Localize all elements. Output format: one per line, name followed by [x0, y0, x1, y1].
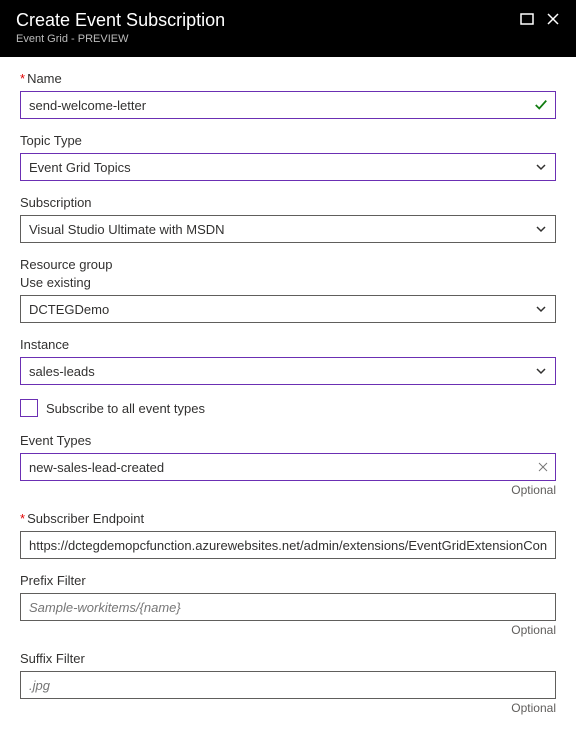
instance-dropdown[interactable]: sales-leads [20, 357, 556, 385]
resource-group-value: DCTEGDemo [29, 302, 109, 317]
required-star-icon: * [20, 71, 25, 86]
subscriber-endpoint-label: *Subscriber Endpoint [20, 511, 556, 526]
suffix-filter-group: Suffix Filter Optional [20, 651, 556, 715]
topic-type-value: Event Grid Topics [29, 160, 131, 175]
subscriber-endpoint-input[interactable] [20, 531, 556, 559]
suffix-filter-label: Suffix Filter [20, 651, 556, 666]
topic-type-group: Topic Type Event Grid Topics [20, 133, 556, 181]
name-label: *Name [20, 71, 556, 86]
prefix-filter-optional: Optional [20, 623, 556, 637]
name-group: *Name [20, 71, 556, 119]
prefix-filter-group: Prefix Filter Optional [20, 573, 556, 637]
maximize-icon[interactable] [520, 12, 534, 26]
chevron-down-icon [535, 303, 547, 315]
close-icon[interactable] [546, 12, 560, 26]
resource-group-sublabel: Use existing [20, 275, 556, 290]
topic-type-label: Topic Type [20, 133, 556, 148]
name-input[interactable] [20, 91, 556, 119]
instance-group: Instance sales-leads [20, 337, 556, 385]
resource-group-label: Resource group [20, 257, 556, 272]
topic-type-dropdown[interactable]: Event Grid Topics [20, 153, 556, 181]
subscription-group: Subscription Visual Studio Ultimate with… [20, 195, 556, 243]
chevron-down-icon [535, 161, 547, 173]
resource-group-dropdown[interactable]: DCTEGDemo [20, 295, 556, 323]
chevron-down-icon [535, 365, 547, 377]
chevron-down-icon [535, 223, 547, 235]
required-star-icon: * [20, 511, 25, 526]
subscribe-all-checkbox[interactable] [20, 399, 38, 417]
instance-value: sales-leads [29, 364, 95, 379]
form-body: *Name Topic Type Event Grid Topics Subsc… [0, 57, 576, 749]
blade-title: Create Event Subscription [16, 10, 225, 31]
header-titles: Create Event Subscription Event Grid - P… [16, 10, 225, 45]
blade-header: Create Event Subscription Event Grid - P… [0, 0, 576, 57]
blade-subtitle: Event Grid - PREVIEW [16, 33, 225, 45]
prefix-filter-input[interactable] [20, 593, 556, 621]
subscription-dropdown[interactable]: Visual Studio Ultimate with MSDN [20, 215, 556, 243]
subscribe-all-row: Subscribe to all event types [20, 399, 556, 417]
suffix-filter-optional: Optional [20, 701, 556, 715]
subscription-label: Subscription [20, 195, 556, 210]
instance-label: Instance [20, 337, 556, 352]
event-types-group: Event Types Optional [20, 433, 556, 497]
event-types-input[interactable] [20, 453, 556, 481]
resource-group-group: Resource group Use existing DCTEGDemo [20, 257, 556, 323]
subscription-value: Visual Studio Ultimate with MSDN [29, 222, 225, 237]
clear-x-icon[interactable] [538, 462, 548, 472]
prefix-filter-label: Prefix Filter [20, 573, 556, 588]
subscriber-endpoint-group: *Subscriber Endpoint [20, 511, 556, 559]
valid-check-icon [534, 98, 548, 112]
event-types-optional: Optional [20, 483, 556, 497]
subscribe-all-label: Subscribe to all event types [46, 401, 205, 416]
suffix-filter-input[interactable] [20, 671, 556, 699]
event-types-label: Event Types [20, 433, 556, 448]
header-actions [520, 10, 560, 26]
